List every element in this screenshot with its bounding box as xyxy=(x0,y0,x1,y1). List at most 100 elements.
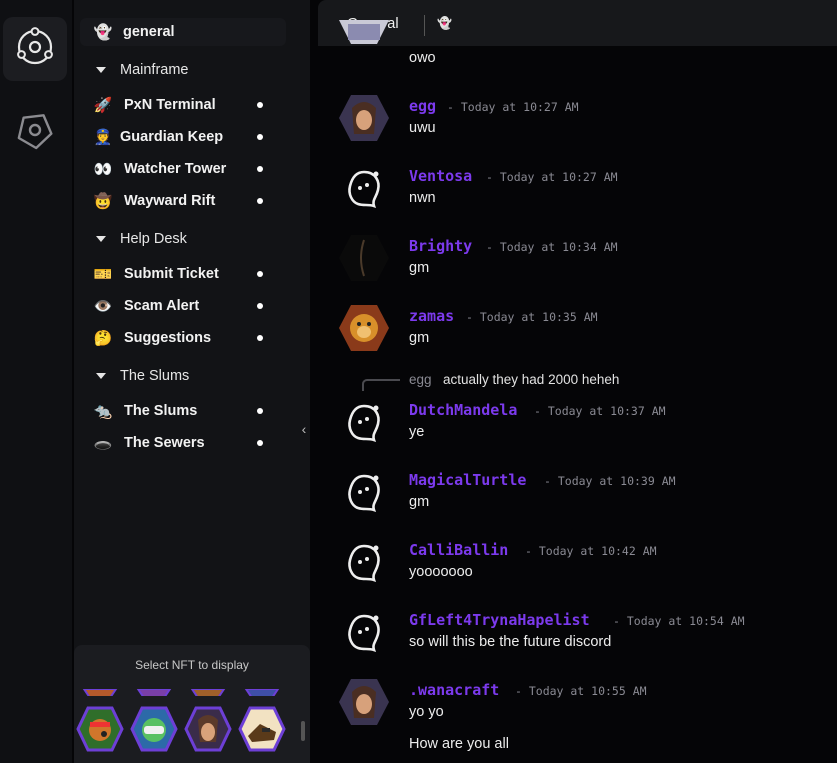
category-mainframe[interactable]: Mainframe xyxy=(74,58,294,82)
channel-general[interactable]: 👻 general xyxy=(80,18,286,46)
unread-dot xyxy=(257,134,263,140)
message-username[interactable]: DutchMandela xyxy=(409,401,517,419)
message-timestamp: - Today at 10:27 AM xyxy=(486,170,618,184)
unread-dot xyxy=(257,166,263,172)
channel-label: Watcher Tower xyxy=(124,161,227,177)
message-text: gm xyxy=(409,260,430,276)
category-label: Mainframe xyxy=(120,62,189,78)
channel-label: The Slums xyxy=(124,403,198,419)
thinking-face-icon: 🤔 xyxy=(93,330,113,347)
nft-thumbnail[interactable] xyxy=(76,706,124,752)
tag-icon xyxy=(15,110,55,155)
rat-icon: 🐀 xyxy=(93,403,113,420)
channel-scam-alert[interactable]: 👁️ Scam Alert xyxy=(74,292,280,320)
message-username[interactable]: MagicalTurtle xyxy=(409,471,526,489)
channel-the-sewers[interactable]: 🕳️ The Sewers xyxy=(74,429,280,457)
message-text: yo yo xyxy=(409,704,444,720)
message-timestamp: - Today at 10:54 AM xyxy=(613,614,745,628)
channel-suggestions[interactable]: 🤔 Suggestions xyxy=(74,324,280,352)
ghost-avatar-icon[interactable] xyxy=(338,164,390,216)
message-username[interactable]: CalliBallin xyxy=(409,541,508,559)
channel-watcher-tower[interactable]: 👀 Watcher Tower xyxy=(74,155,280,183)
channel-label: The Sewers xyxy=(124,435,205,451)
message-username[interactable]: Ventosa xyxy=(409,167,472,185)
unread-dot xyxy=(257,271,263,277)
message-text: uwu xyxy=(409,120,436,136)
rocket-icon: 🚀 xyxy=(93,97,113,114)
nft-thumbnail[interactable] xyxy=(188,686,228,696)
message-username[interactable]: Brighty xyxy=(409,237,472,255)
category-label: Help Desk xyxy=(120,231,187,247)
category-help-desk[interactable]: Help Desk xyxy=(74,227,294,251)
nft-scrollbar[interactable] xyxy=(301,721,305,741)
channel-header: General 👻 xyxy=(318,0,837,46)
caret-down-icon xyxy=(96,236,106,242)
header-divider xyxy=(424,15,425,36)
user-avatar[interactable] xyxy=(338,234,390,286)
orbit-icon xyxy=(15,26,55,72)
unread-dot xyxy=(257,198,263,204)
message-text: gm xyxy=(409,494,430,510)
message-timestamp: - Today at 10:42 AM xyxy=(525,544,657,558)
police-officer-icon: 👮 xyxy=(93,129,113,146)
message-timestamp: - Today at 10:35 AM xyxy=(466,310,598,324)
nft-thumbnail[interactable] xyxy=(242,686,282,696)
channel-label: Submit Ticket xyxy=(124,266,219,282)
unread-dot xyxy=(257,408,263,414)
message-username[interactable]: zamas xyxy=(409,307,454,325)
channel-pxn-terminal[interactable]: 🚀 PxN Terminal xyxy=(74,91,280,119)
message-text: so will this be the future discord xyxy=(409,634,612,650)
message-username[interactable]: .wanacraft xyxy=(409,681,499,699)
user-avatar[interactable] xyxy=(338,20,390,46)
channel-label: Guardian Keep xyxy=(120,129,224,145)
ghost-icon[interactable]: 👻 xyxy=(437,16,453,32)
reply-username[interactable]: egg xyxy=(409,372,432,387)
ghost-icon: 👻 xyxy=(93,24,113,41)
reply-connector xyxy=(362,379,400,391)
message-text: yooooooo xyxy=(409,564,473,580)
server-rail xyxy=(0,0,72,763)
channel-label: Scam Alert xyxy=(124,298,200,314)
cowboy-icon: 🤠 xyxy=(93,193,113,210)
nft-thumbnail[interactable] xyxy=(184,706,232,752)
channel-sidebar: 👻 general Mainframe 🚀 PxN Terminal 👮 Gua… xyxy=(74,0,310,763)
home-server-button[interactable] xyxy=(3,17,67,81)
message-text: nwn xyxy=(409,190,436,206)
nft-thumbnail[interactable] xyxy=(238,706,286,752)
eyes-icon: 👀 xyxy=(93,161,113,178)
nft-thumbnail[interactable] xyxy=(134,686,174,696)
category-label: The Slums xyxy=(120,368,190,384)
hole-icon: 🕳️ xyxy=(93,435,113,452)
unread-dot xyxy=(257,303,263,309)
message-username[interactable]: egg xyxy=(409,97,436,115)
reply-text[interactable]: actually they had 2000 heheh xyxy=(443,372,619,387)
user-avatar[interactable] xyxy=(338,304,390,356)
channel-wayward-rift[interactable]: 🤠 Wayward Rift xyxy=(74,187,280,215)
ticket-icon: 🎫 xyxy=(93,266,113,283)
category-the-slums[interactable]: The Slums xyxy=(74,364,294,388)
message-timestamp: - Today at 10:55 AM xyxy=(515,684,647,698)
ghost-avatar-icon[interactable] xyxy=(338,468,390,520)
channel-submit-ticket[interactable]: 🎫 Submit Ticket xyxy=(74,260,280,288)
nft-thumbnail[interactable] xyxy=(130,706,178,752)
collapse-sidebar-icon[interactable]: ‹ xyxy=(297,420,311,438)
caret-down-icon xyxy=(96,67,106,73)
user-avatar[interactable] xyxy=(338,678,390,730)
ghost-avatar-icon[interactable] xyxy=(338,538,390,590)
nft-panel-caption: Select NFT to display xyxy=(135,658,249,672)
message-timestamp: - Today at 10:37 AM xyxy=(534,404,666,418)
channel-label: Wayward Rift xyxy=(124,193,216,209)
message-username[interactable]: GfLeft4TrynaHapelist xyxy=(409,611,590,629)
unread-dot xyxy=(257,102,263,108)
nft-thumbnail[interactable] xyxy=(80,686,120,696)
user-avatar[interactable] xyxy=(338,94,390,146)
channel-the-slums[interactable]: 🐀 The Slums xyxy=(74,397,280,425)
eye-icon: 👁️ xyxy=(93,298,113,315)
message-text: gm xyxy=(409,330,430,346)
ghost-avatar-icon[interactable] xyxy=(338,398,390,450)
channel-label: general xyxy=(123,24,175,40)
ghost-avatar-icon[interactable] xyxy=(338,608,390,660)
channel-guardian-keep[interactable]: 👮 Guardian Keep xyxy=(74,123,280,151)
message-timestamp: - Today at 10:39 AM xyxy=(544,474,676,488)
tag-server-button[interactable] xyxy=(3,100,67,164)
